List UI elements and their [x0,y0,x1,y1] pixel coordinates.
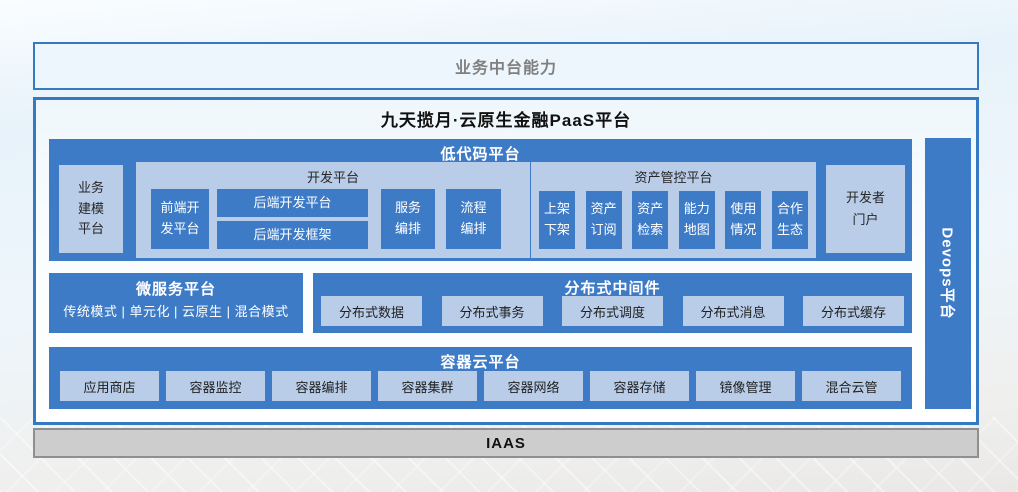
container-item: 容器网络 [484,371,583,401]
distributed-middleware-block: 分布式中间件 分布式数据 分布式事务 分布式调度 分布式消息 分布式缓存 [313,273,912,333]
container-item: 容器监控 [166,371,265,401]
low-code-platform-title: 低代码平台 [49,139,912,164]
container-item: 容器编排 [272,371,371,401]
architecture-diagram: 业务中台能力 九天揽月·云原生金融PaaS平台 低代码平台 业务 建模 平台 开… [0,0,1018,492]
asset-item: 资产 订阅 [586,191,622,249]
microservice-modes-subtitle: 传统模式 | 单元化 | 云原生 | 混合模式 [49,301,303,320]
frontend-dev-platform-box: 前端开 发平台 [151,189,209,249]
asset-control-title: 资产管控平台 [531,162,816,186]
dev-platform-panel: 开发平台 前端开 发平台 后端开发平台 后端开发框架 服务 编排 流程 编排 [136,162,530,258]
iaas-label: IAAS [486,435,526,452]
middleware-items-row: 分布式数据 分布式事务 分布式调度 分布式消息 分布式缓存 [313,296,912,326]
platform-title: 九天揽月·云原生金融PaaS平台 [36,106,976,131]
asset-items-row: 上架 下架 资产 订阅 资产 检索 能力 地图 使用 情况 合作 生态 [531,191,816,249]
asset-item: 上架 下架 [539,191,575,249]
asset-item: 能力 地图 [679,191,715,249]
container-item: 应用商店 [60,371,159,401]
iaas-layer-bar: IAAS [33,428,979,458]
microservice-platform-title: 微服务平台 [49,273,303,299]
container-items-row: 应用商店 容器监控 容器编排 容器集群 容器网络 容器存储 镜像管理 混合云管 [49,371,912,401]
microservice-platform-block: 微服务平台 传统模式 | 单元化 | 云原生 | 混合模式 [49,273,303,333]
low-code-platform-block: 低代码平台 业务 建模 平台 开发平台 前端开 发平台 后端开发平台 后端开发框… [49,139,912,261]
container-cloud-title: 容器云平台 [49,347,912,372]
banner-label: 业务中台能力 [455,54,557,78]
middleware-item: 分布式消息 [683,296,784,326]
container-item: 容器存储 [590,371,689,401]
container-item: 容器集群 [378,371,477,401]
asset-item: 资产 检索 [632,191,668,249]
backend-dev-platform-box: 后端开发平台 [217,189,368,217]
dev-platform-title: 开发平台 [136,162,530,186]
asset-item: 合作 生态 [772,191,808,249]
container-item: 混合云管 [802,371,901,401]
asset-control-panel: 资产管控平台 上架 下架 资产 订阅 资产 检索 能力 地图 使用 情况 合作 … [531,162,816,258]
container-item: 镜像管理 [696,371,795,401]
business-midplatform-banner: 业务中台能力 [33,42,979,90]
service-orchestration-box: 服务 编排 [381,189,435,249]
devops-platform-label: Devops平台 [938,227,959,319]
middleware-item: 分布式缓存 [803,296,904,326]
middleware-item: 分布式调度 [562,296,663,326]
distributed-middleware-title: 分布式中间件 [313,273,912,298]
process-orchestration-box: 流程 编排 [446,189,501,249]
container-cloud-platform-block: 容器云平台 应用商店 容器监控 容器编排 容器集群 容器网络 容器存储 镜像管理… [49,347,912,409]
developer-portal-box: 开发者 门户 [826,165,905,253]
devops-platform-bar: Devops平台 [925,138,971,409]
middleware-item: 分布式事务 [442,296,543,326]
backend-dev-framework-box: 后端开发框架 [217,221,368,249]
middleware-item: 分布式数据 [321,296,422,326]
paas-platform-container: 九天揽月·云原生金融PaaS平台 低代码平台 业务 建模 平台 开发平台 前端开… [33,97,979,425]
business-modeling-platform-box: 业务 建模 平台 [59,165,123,253]
asset-item: 使用 情况 [725,191,761,249]
